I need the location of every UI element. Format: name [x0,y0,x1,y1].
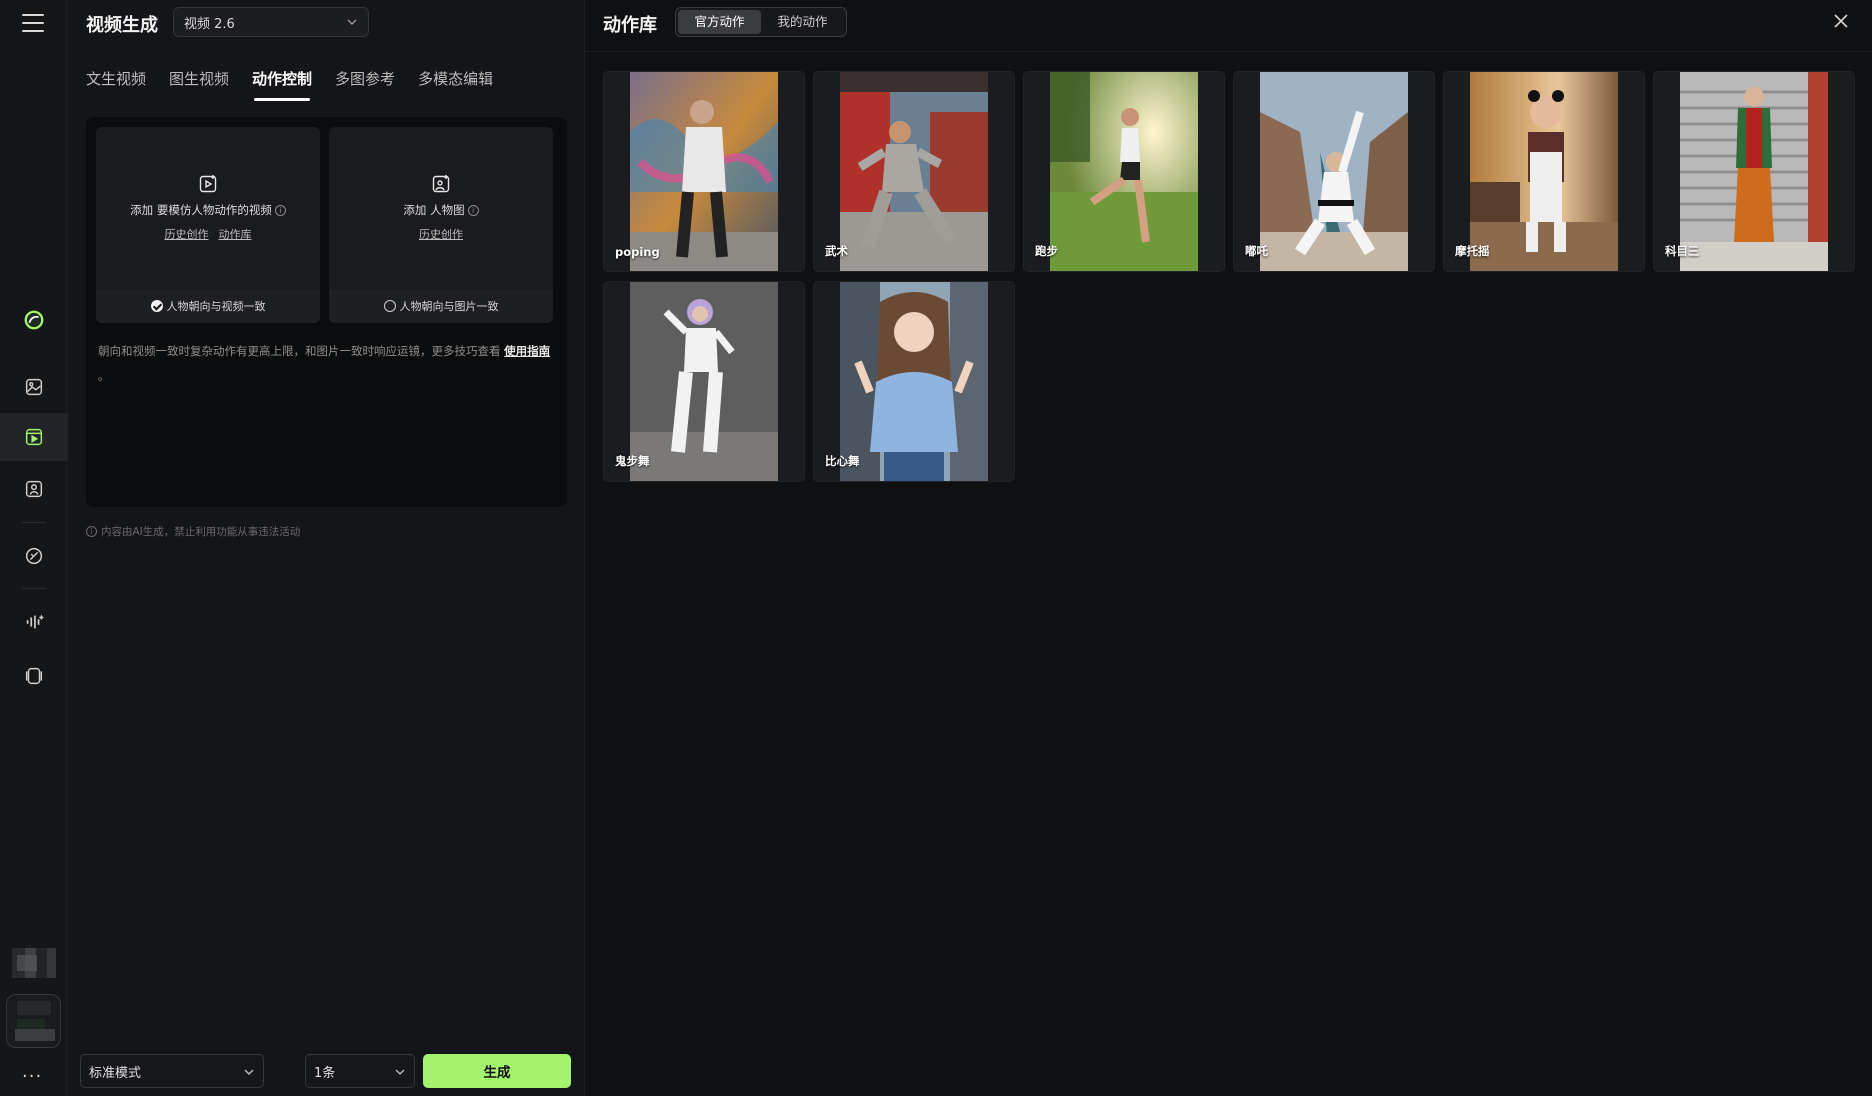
motion-thumbnail [1050,72,1198,271]
motion-thumbnail [840,72,988,271]
chevron-down-icon [395,1069,405,1075]
motion-card-poping[interactable]: poping [603,71,805,272]
info-icon: i [86,526,97,537]
image-upload-label: 添加 人物图 [403,203,465,217]
audio-icon[interactable] [0,598,68,646]
motion-card-heart-dance[interactable]: 比心舞 [813,281,1015,482]
motion-thumbnail [840,282,988,481]
more-icon[interactable]: ··· [22,1066,42,1087]
tab-multi-image-reference[interactable]: 多图参考 [335,68,395,101]
mode-select-value: 标准模式 [89,1065,142,1081]
motion-card-martial-arts[interactable]: 武术 [813,71,1015,272]
motion-name: 比心舞 [825,454,860,468]
add-image-icon [432,175,450,193]
library-title: 动作库 [603,15,657,36]
avatar-generation-icon[interactable] [0,465,68,513]
library-header: 动作库 官方动作 我的动作 [586,0,1872,52]
library-segment-control: 官方动作 我的动作 [675,7,847,37]
motion-thumbnail [630,72,778,271]
tab-image-to-video[interactable]: 图生视频 [169,68,229,101]
radio-checked-icon[interactable] [150,300,163,312]
hint-text: 朝向和视频一致时复杂动作有更高上限，和图片一致时响应运镜，更多技巧查看 [98,344,501,358]
tab-text-to-video[interactable]: 文生视频 [86,68,146,101]
page-title: 视频生成 [86,15,158,36]
motion-config-box: 添加 要模仿人物动作的视频 i 历史创作 动作库 人物朝向与视频一致 添加 人物图 i… [86,117,567,507]
orientation-option-video[interactable]: 人物朝向与视频一致 [96,298,320,314]
history-link[interactable]: 历史创作 [165,228,209,241]
rail-divider [22,522,46,523]
motion-card-running[interactable]: 跑步 [1023,71,1225,272]
history-link[interactable]: 历史创作 [419,228,463,241]
motion-name: 摩托摇 [1455,244,1490,258]
motion-thumbnail [1470,72,1618,271]
model-select[interactable]: 视频 2.6 [173,7,369,37]
generate-button[interactable]: 生成 [423,1054,571,1088]
menu-icon[interactable] [22,14,44,32]
add-video-icon [199,175,217,193]
count-select-value: 1条 [314,1065,336,1081]
chevron-down-icon [347,19,357,25]
hint-suffix: 。 [98,369,110,383]
left-rail: ··· [0,0,68,1096]
motion-name: 武术 [825,244,848,258]
rail-divider [22,588,46,589]
segment-official[interactable]: 官方动作 [678,10,761,34]
motion-name: 嘟吒 [1245,244,1268,258]
motion-library-link[interactable]: 动作库 [219,228,252,241]
motion-name: 科目三 [1665,244,1700,258]
ai-disclaimer: i 内容由AI生成，禁止利用功能从事违法活动 [86,524,300,539]
video-upload-label: 添加 要模仿人物动作的视频 [130,203,272,217]
image-generation-icon[interactable] [0,363,68,411]
tab-multimodal-edit[interactable]: 多模态编辑 [418,68,493,101]
info-icon[interactable]: i [274,205,286,216]
motion-thumbnail [630,282,778,481]
motion-card-subject-three[interactable]: 科目三 [1653,71,1855,272]
motion-name: 跑步 [1035,244,1058,258]
orientation-hint: 朝向和视频一致时复杂动作有更高上限，和图片一致时响应运镜，更多技巧查看 使用指南… [98,339,563,389]
segment-mine[interactable]: 我的动作 [761,10,844,34]
motion-name: 鬼步舞 [615,454,650,468]
assets-icon[interactable] [0,652,68,700]
canvas-edit-icon[interactable] [0,532,68,580]
disclaimer-text: 内容由AI生成，禁止利用功能从事违法活动 [101,526,301,538]
mode-select[interactable]: 标准模式 [80,1054,264,1088]
orientation-option-image[interactable]: 人物朝向与图片一致 [329,298,553,314]
radio-unchecked-icon[interactable] [383,300,396,312]
generation-panel: 视频生成 视频 2.6 文生视频 图生视频 动作控制 多图参考 多模态编辑 添加… [68,0,585,1096]
mode-tabs: 文生视频 图生视频 动作控制 多图参考 多模态编辑 [86,68,516,101]
count-select[interactable]: 1条 [305,1054,415,1088]
tab-motion-control[interactable]: 动作控制 [252,68,312,101]
image-upload-card: 添加 人物图 i 历史创作 人物朝向与图片一致 [329,127,553,323]
motion-card-motorbike-sway[interactable]: 摩托摇 [1443,71,1645,272]
video-generation-icon[interactable] [0,413,68,461]
motion-name: poping [615,245,660,259]
user-avatar-overlay [17,955,37,971]
info-icon[interactable]: i [467,205,479,216]
account-card[interactable] [6,994,61,1048]
orientation-image-label: 人物朝向与图片一致 [399,300,499,313]
usage-guide-link[interactable]: 使用指南 [504,344,550,358]
motion-thumbnail [1260,72,1408,271]
logo-icon[interactable] [0,296,68,344]
close-icon[interactable] [1832,12,1850,30]
video-upload-card: 添加 要模仿人物动作的视频 i 历史创作 动作库 人物朝向与视频一致 [96,127,320,323]
chevron-down-icon [244,1069,254,1075]
motion-library: 动作库 官方动作 我的动作 poping 武术 跑步 嘟吒 摩托摇 科目三 鬼步… [586,0,1872,1096]
motion-card-shuffle-dance[interactable]: 鬼步舞 [603,281,805,482]
motion-thumbnail [1680,72,1828,271]
motion-card-nezha[interactable]: 嘟吒 [1233,71,1435,272]
model-select-value: 视频 2.6 [184,16,235,32]
orientation-video-label: 人物朝向与视频一致 [166,300,266,313]
